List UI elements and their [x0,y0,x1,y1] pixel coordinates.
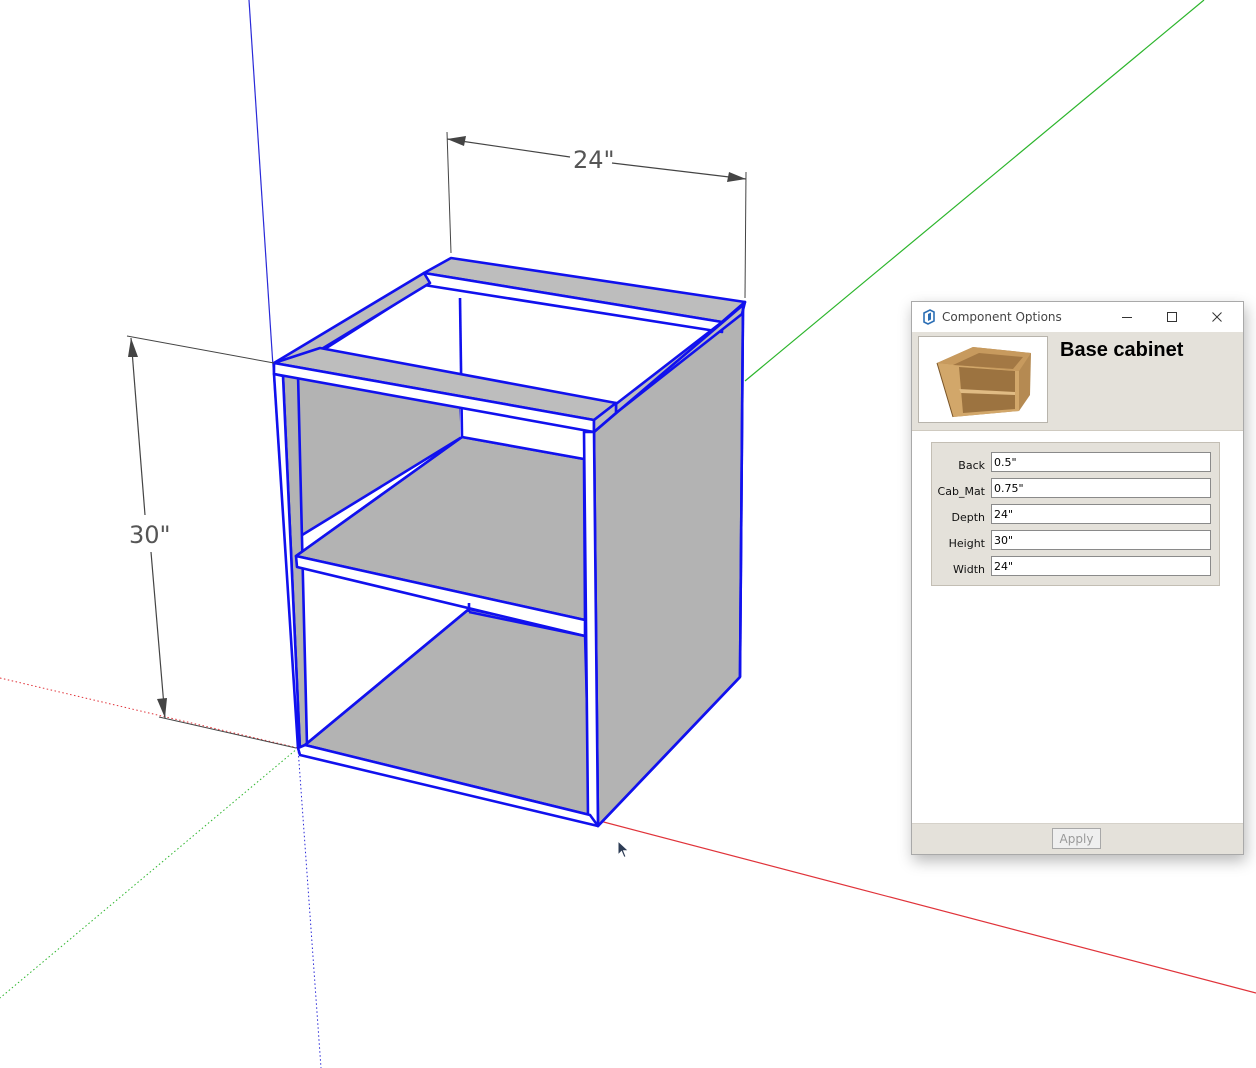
attributes-panel: Back Cab_Mat Depth Height Width [931,442,1220,586]
dialog-title: Component Options [942,310,1062,324]
mouse-cursor-icon [617,840,630,859]
component-name: Base cabinet [1060,339,1184,361]
apply-button[interactable]: Apply [1052,828,1101,849]
attribute-label: Height [948,537,985,550]
depth-input[interactable] [991,504,1211,524]
red-axis-behind [0,677,299,749]
height-input[interactable] [991,530,1211,550]
height-dimension[interactable]: 30" [126,335,297,749]
back-input[interactable] [991,452,1211,472]
attribute-row-back: Back [932,451,1219,475]
component-thumbnail [918,336,1048,423]
attribute-row-cab-mat: Cab_Mat [932,477,1219,501]
close-button[interactable] [1195,302,1239,332]
cabinet-thumbnail-image [936,347,1031,418]
attribute-label: Depth [951,511,985,524]
minimize-button[interactable] [1105,302,1149,332]
dialog-titlebar[interactable]: Component Options [912,302,1243,332]
attribute-row-height: Height [932,529,1219,553]
blue-axis-below [297,747,322,1068]
attribute-label: Back [958,459,985,472]
attribute-label: Cab_Mat [937,485,985,498]
green-axis-behind [0,747,299,999]
cabinet-model[interactable] [272,256,747,828]
close-icon [1212,312,1222,322]
attribute-label: Width [953,563,985,576]
component-header: Base cabinet [912,332,1243,431]
component-options-dialog[interactable]: Component Options Base cabinet Back 0.5"… [911,301,1244,855]
attribute-row-depth: Depth [932,503,1219,527]
sketchup-logo-icon [923,309,935,325]
minimize-icon [1122,317,1132,318]
width-input[interactable] [991,556,1211,576]
height-dimension-label: 30" [129,521,171,549]
maximize-button[interactable] [1150,302,1194,332]
dialog-footer: Apply [912,823,1243,854]
maximize-icon [1167,312,1177,322]
cab-mat-input[interactable] [991,478,1211,498]
attribute-row-width: Width [932,555,1219,579]
width-dimension-label: 24" [573,146,615,174]
